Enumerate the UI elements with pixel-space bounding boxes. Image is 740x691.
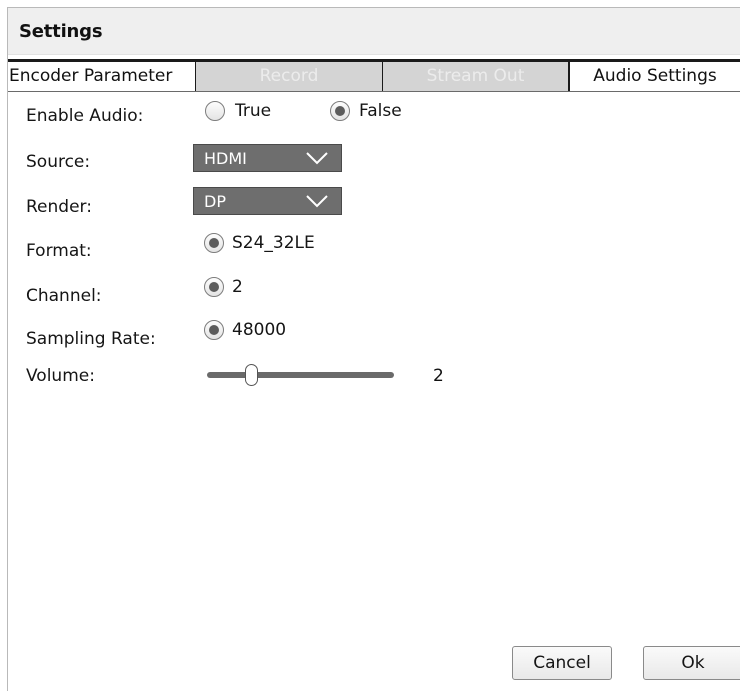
tab-record: Record xyxy=(196,62,383,91)
channel-value[interactable]: 2 xyxy=(232,277,243,297)
format-label: Format: xyxy=(26,241,92,261)
settings-window: Settings Encoder Parameter Record Stream… xyxy=(7,7,740,691)
sampling-rate-radio[interactable] xyxy=(204,320,224,340)
volume-slider-handle[interactable] xyxy=(245,364,258,386)
render-dropdown[interactable]: DP xyxy=(193,187,342,215)
enable-audio-label: Enable Audio: xyxy=(26,106,144,126)
enable-audio-true-label[interactable]: True xyxy=(235,101,271,121)
volume-label: Volume: xyxy=(26,366,95,386)
window-title: Settings xyxy=(19,21,103,42)
tab-audio-settings[interactable]: Audio Settings xyxy=(569,62,740,91)
channel-label: Channel: xyxy=(26,286,102,306)
enable-audio-true-radio[interactable] xyxy=(205,101,225,121)
enable-audio-false-label[interactable]: False xyxy=(359,101,402,121)
source-value: HDMI xyxy=(204,149,247,168)
tab-encoder-parameter[interactable]: Encoder Parameter xyxy=(8,62,196,91)
chevron-down-icon xyxy=(306,195,328,208)
format-radio[interactable] xyxy=(204,233,224,253)
volume-slider-track[interactable] xyxy=(207,372,394,378)
enable-audio-false-radio[interactable] xyxy=(330,101,350,121)
chevron-down-icon xyxy=(306,152,328,165)
tab-bar: Encoder Parameter Record Stream Out Audi… xyxy=(8,59,740,92)
ok-button[interactable]: Ok xyxy=(643,646,740,680)
volume-value: 2 xyxy=(433,366,444,386)
format-value[interactable]: S24_32LE xyxy=(232,233,315,253)
sampling-rate-label: Sampling Rate: xyxy=(26,329,156,349)
source-label: Source: xyxy=(26,152,91,172)
tab-stream-out: Stream Out xyxy=(383,62,569,91)
cancel-button[interactable]: Cancel xyxy=(512,646,612,680)
title-bar[interactable]: Settings xyxy=(8,8,740,55)
source-dropdown[interactable]: HDMI xyxy=(193,144,342,172)
render-label: Render: xyxy=(26,197,92,217)
render-value: DP xyxy=(204,192,226,211)
channel-radio[interactable] xyxy=(204,277,224,297)
sampling-rate-value[interactable]: 48000 xyxy=(232,320,286,340)
